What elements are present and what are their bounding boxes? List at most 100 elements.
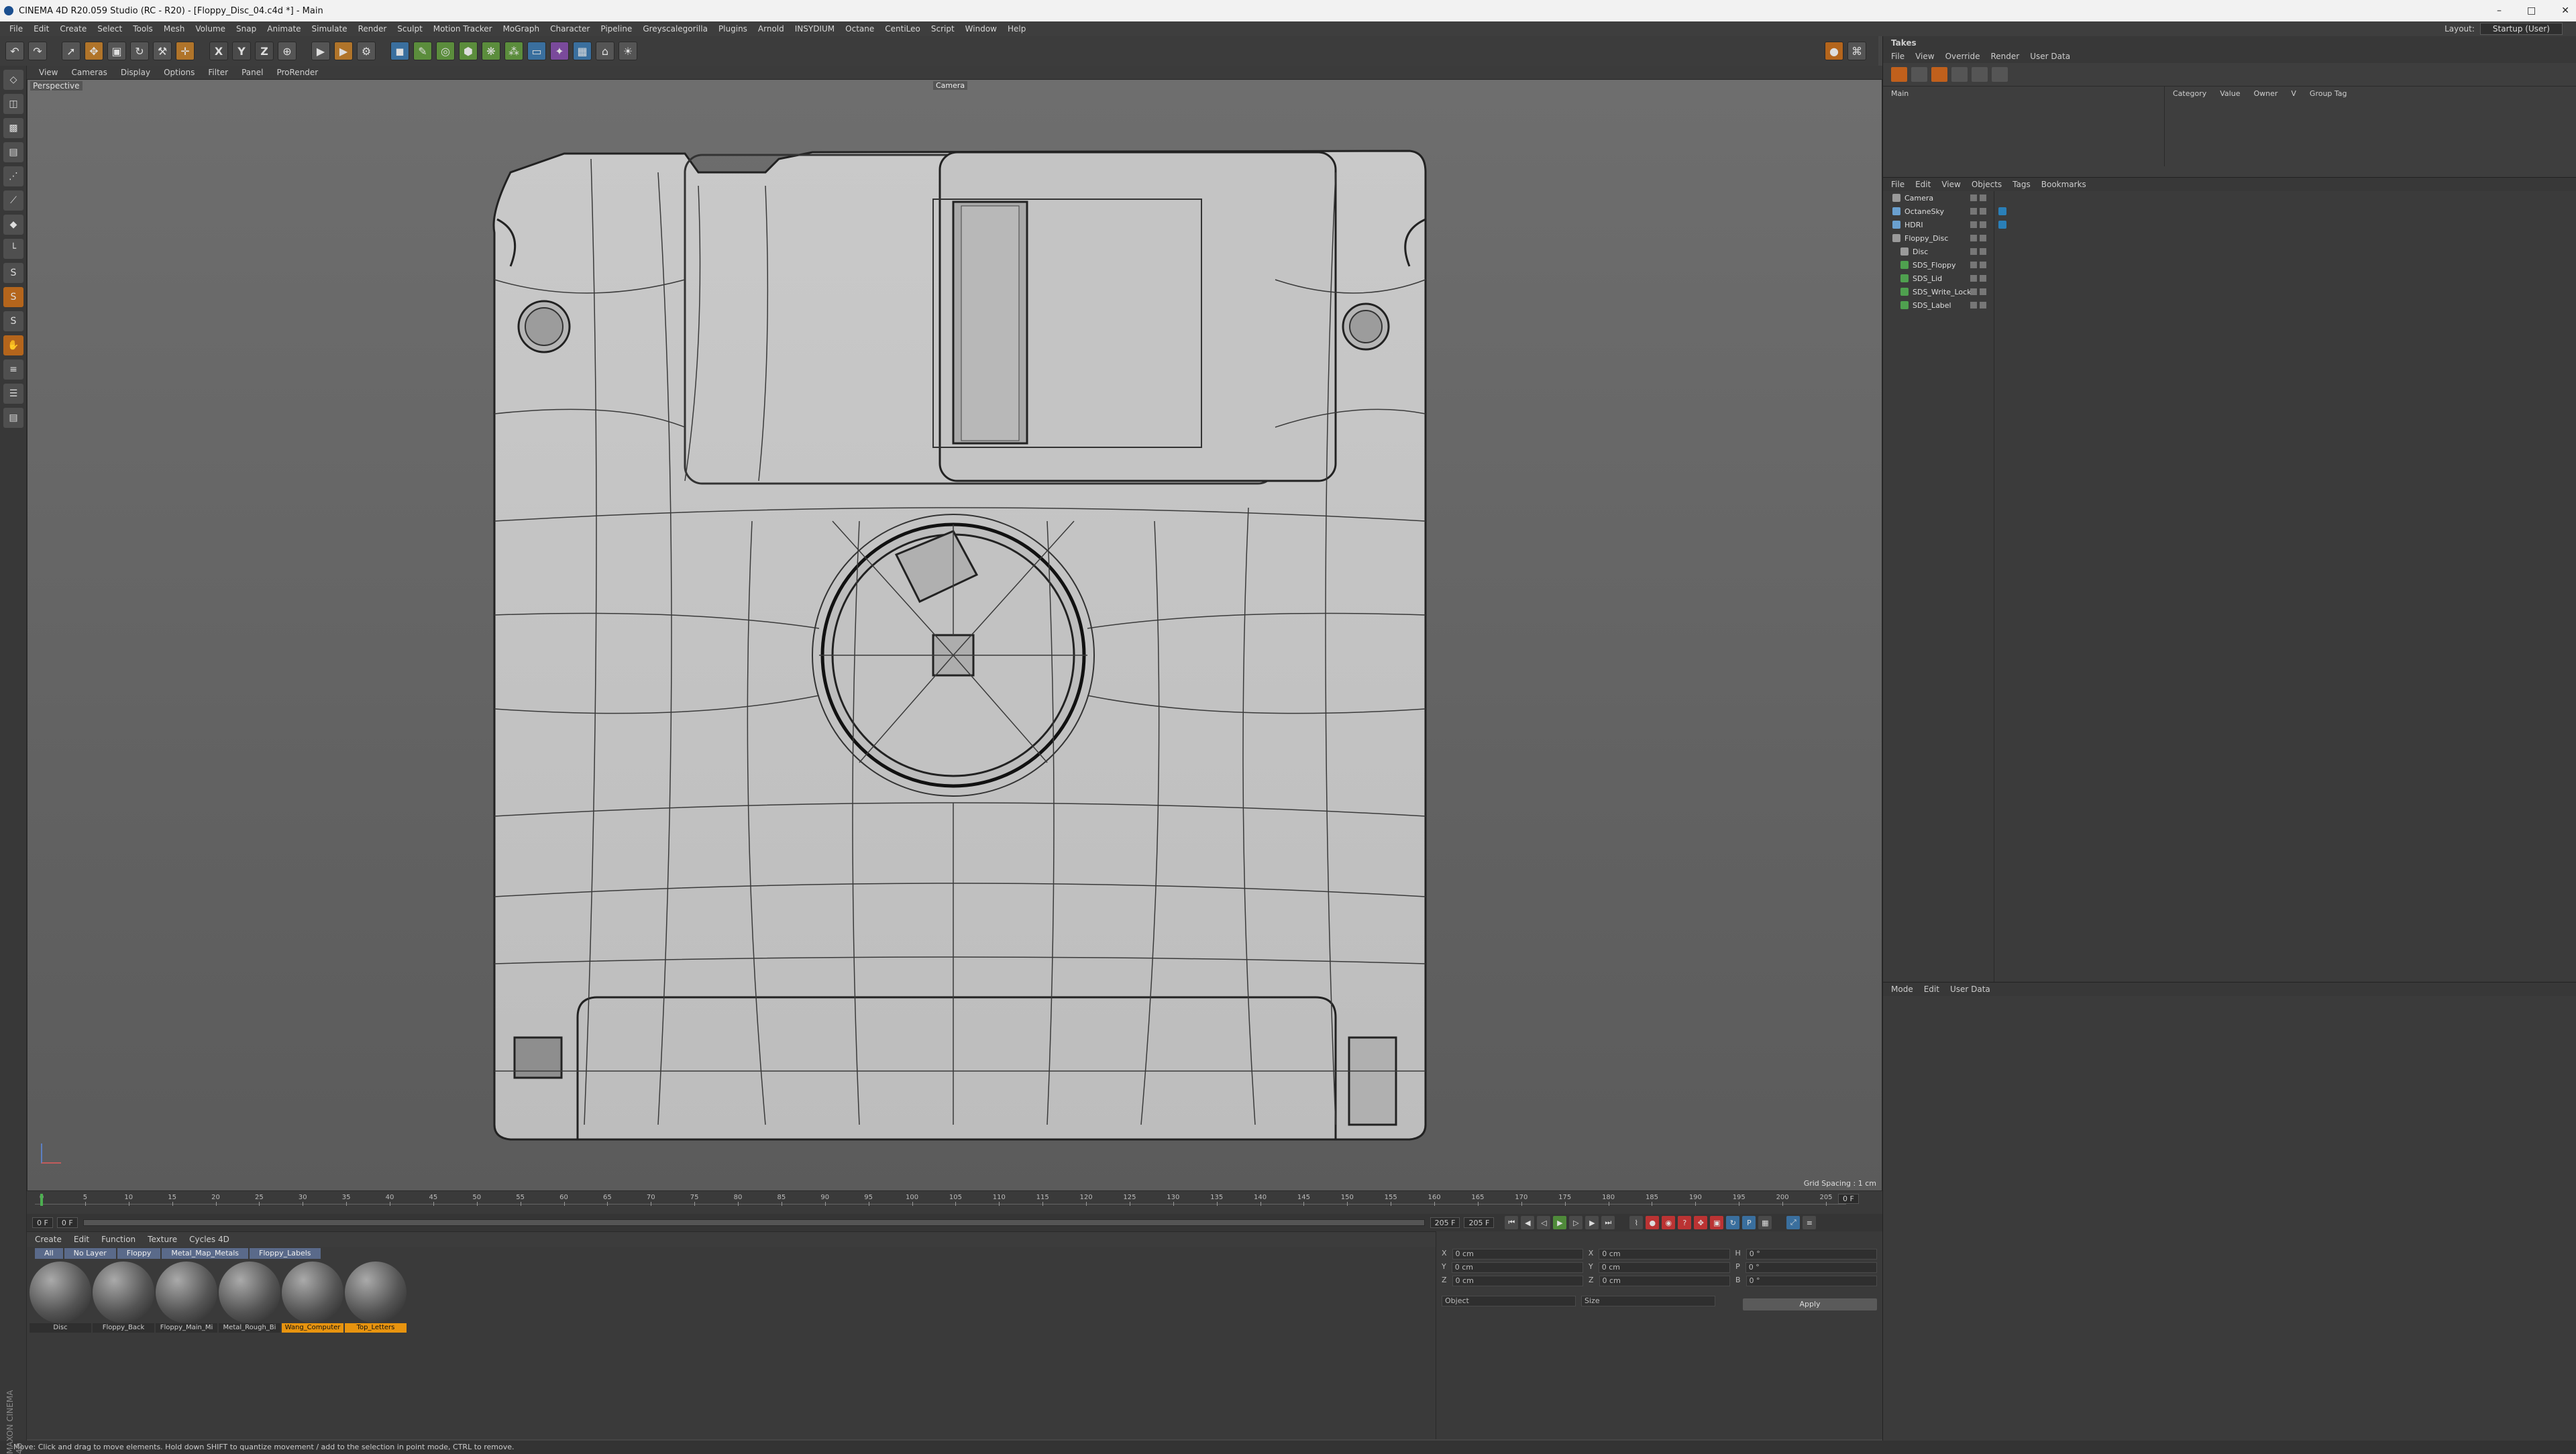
material-item[interactable]: Floppy_Main_Mi [156, 1262, 217, 1333]
timeline-ruler[interactable]: 0510152025303540455055606570758085909510… [35, 1194, 1846, 1206]
light-icon[interactable]: ☀ [619, 42, 637, 60]
material-item[interactable]: Top_Letters [345, 1262, 407, 1333]
object-menu-bookmarks[interactable]: Bookmarks [2041, 180, 2086, 189]
viewport-menu-cameras[interactable]: Cameras [64, 68, 113, 77]
min-frame-field[interactable]: 0 F [56, 1217, 78, 1228]
workplane-icon[interactable]: ▤ [3, 142, 23, 162]
visibility-flags[interactable] [1970, 275, 1986, 282]
array-icon[interactable]: ⬢ [459, 42, 478, 60]
material-item[interactable]: Floppy_Back [93, 1262, 154, 1333]
coord-value-field[interactable]: 0 cm [1599, 1249, 1730, 1260]
material-filter-floppy[interactable]: Floppy [117, 1248, 161, 1259]
coordinate-system-icon[interactable]: ⊕ [278, 42, 297, 60]
viewport-menu-options[interactable]: Options [157, 68, 201, 77]
menu-create[interactable]: Create [54, 24, 92, 34]
object-row[interactable]: HDRI [1883, 218, 2576, 231]
move-tool-active-icon[interactable]: ✛ [176, 42, 195, 60]
range-slider[interactable] [83, 1219, 1425, 1226]
editor-visibility-icon[interactable] [1970, 194, 1977, 201]
scale-tool-icon[interactable]: ▣ [107, 42, 126, 60]
parameter-key-icon[interactable]: P [1742, 1216, 1756, 1229]
menu-motion-tracker[interactable]: Motion Tracker [428, 24, 498, 34]
menu-greyscalegorilla[interactable]: Greyscalegorilla [637, 24, 713, 34]
visibility-flags[interactable] [1970, 235, 1986, 241]
object-menu-objects[interactable]: Objects [1972, 180, 2002, 189]
editor-visibility-icon[interactable] [1970, 275, 1977, 282]
material-filter-metal-map-metals[interactable]: Metal_Map_Metals [162, 1248, 249, 1259]
timeline-playhead[interactable] [40, 1194, 43, 1206]
live-selection-icon[interactable]: ➚ [62, 42, 80, 60]
octane-tag-icon[interactable] [1998, 207, 2006, 215]
menu-select[interactable]: Select [92, 24, 127, 34]
coord-value-field[interactable]: 0 cm [1451, 1262, 1584, 1273]
material-filter-all[interactable]: All [35, 1248, 63, 1259]
y-axis-lock-icon[interactable]: Y [232, 42, 251, 60]
prev-frame-icon[interactable]: ◁ [1537, 1216, 1551, 1229]
viewport-menu-view[interactable]: View [32, 68, 64, 77]
model-mode-icon[interactable]: ◫ [3, 94, 23, 114]
render-visibility-icon[interactable] [1980, 248, 1986, 255]
menu-edit[interactable]: Edit [28, 24, 54, 34]
environment-icon[interactable]: ✦ [550, 42, 569, 60]
coord-value-field[interactable]: 0 ° [1746, 1249, 1877, 1260]
position-key-icon[interactable]: ✥ [1694, 1216, 1708, 1229]
deformer-icon[interactable]: ⁂ [504, 42, 523, 60]
material-menu-edit[interactable]: Edit [74, 1235, 89, 1244]
layout-selector[interactable]: Layout: Startup (User) [2445, 23, 2563, 35]
rotation-key-icon[interactable]: ↻ [1726, 1216, 1740, 1229]
menu-centileo[interactable]: CentiLeo [879, 24, 926, 34]
motion-icon[interactable]: ⌇ [1629, 1216, 1644, 1229]
coord-value-field[interactable]: 0 cm [1598, 1262, 1731, 1273]
render-visibility-icon[interactable] [1980, 235, 1986, 241]
menu-volume[interactable]: Volume [190, 24, 231, 34]
points-mode-icon[interactable]: ⋰ [3, 166, 23, 186]
floor-icon[interactable]: ▭ [527, 42, 546, 60]
takes-column-v[interactable]: V [2291, 89, 2296, 164]
object-row[interactable]: SDS_Lid [1883, 272, 2576, 285]
mograph-icon[interactable]: ❋ [482, 42, 500, 60]
takes-menu-view[interactable]: View [1915, 52, 1934, 61]
viewport-camera-dropdown[interactable]: Camera [933, 81, 968, 90]
menu-pipeline[interactable]: Pipeline [595, 24, 637, 34]
snap-icon[interactable]: S [3, 263, 23, 283]
viewport-menu-display[interactable]: Display [114, 68, 157, 77]
redo-icon[interactable]: ↷ [28, 42, 47, 60]
takes-column-value[interactable]: Value [2220, 89, 2240, 164]
material-menu-texture[interactable]: Texture [148, 1235, 177, 1244]
material-item[interactable]: Metal_Rough_Bi [219, 1262, 280, 1333]
takes-column-group-tag[interactable]: Group Tag [2310, 89, 2347, 164]
visibility-flags[interactable] [1970, 208, 1986, 215]
menu-file[interactable]: File [4, 24, 28, 34]
material-filter-no-layer[interactable]: No Layer [64, 1248, 116, 1259]
material-menu-function[interactable]: Function [101, 1235, 136, 1244]
object-row[interactable]: OctaneSky [1883, 205, 2576, 218]
menu-sculpt[interactable]: Sculpt [392, 24, 427, 34]
visibility-flags[interactable] [1970, 302, 1986, 309]
menu-insydium[interactable]: INSYDIUM [790, 24, 840, 34]
subdivision-icon[interactable]: ◎ [436, 42, 455, 60]
object-row[interactable]: SDS_Write_Lock [1883, 285, 2576, 298]
visibility-flags[interactable] [1970, 248, 1986, 255]
attribute-menu-user-data[interactable]: User Data [1950, 985, 1990, 994]
take-lock-icon[interactable] [1951, 67, 1968, 82]
editor-visibility-icon[interactable] [1970, 302, 1977, 309]
menu-arnold[interactable]: Arnold [753, 24, 790, 34]
z-axis-lock-icon[interactable]: Z [255, 42, 274, 60]
main-take[interactable]: Main [1891, 89, 1909, 98]
move-tool-icon[interactable]: ✥ [85, 42, 103, 60]
scale-key-icon[interactable]: ▣ [1710, 1216, 1724, 1229]
attribute-menu-edit[interactable]: Edit [1924, 985, 1939, 994]
render-visibility-icon[interactable] [1980, 208, 1986, 215]
material-menu-cycles-4d[interactable]: Cycles 4D [189, 1235, 229, 1244]
max-frame-field[interactable]: 205 F [1430, 1217, 1460, 1228]
cube-icon[interactable]: ◼ [390, 42, 409, 60]
coord-value-field[interactable]: 0 cm [1452, 1276, 1583, 1286]
timeline-menu-icon[interactable]: ≡ [1803, 1216, 1817, 1229]
takes-menu-file[interactable]: File [1891, 52, 1904, 61]
take-auto-icon[interactable] [1972, 67, 1988, 82]
render-visibility-icon[interactable] [1980, 194, 1986, 201]
octane-tag-icon[interactable] [1998, 221, 2006, 229]
record-icon[interactable]: ● [1825, 42, 1843, 60]
menu-render[interactable]: Render [353, 24, 392, 34]
coord-value-field[interactable]: 0 ° [1745, 1262, 1877, 1273]
